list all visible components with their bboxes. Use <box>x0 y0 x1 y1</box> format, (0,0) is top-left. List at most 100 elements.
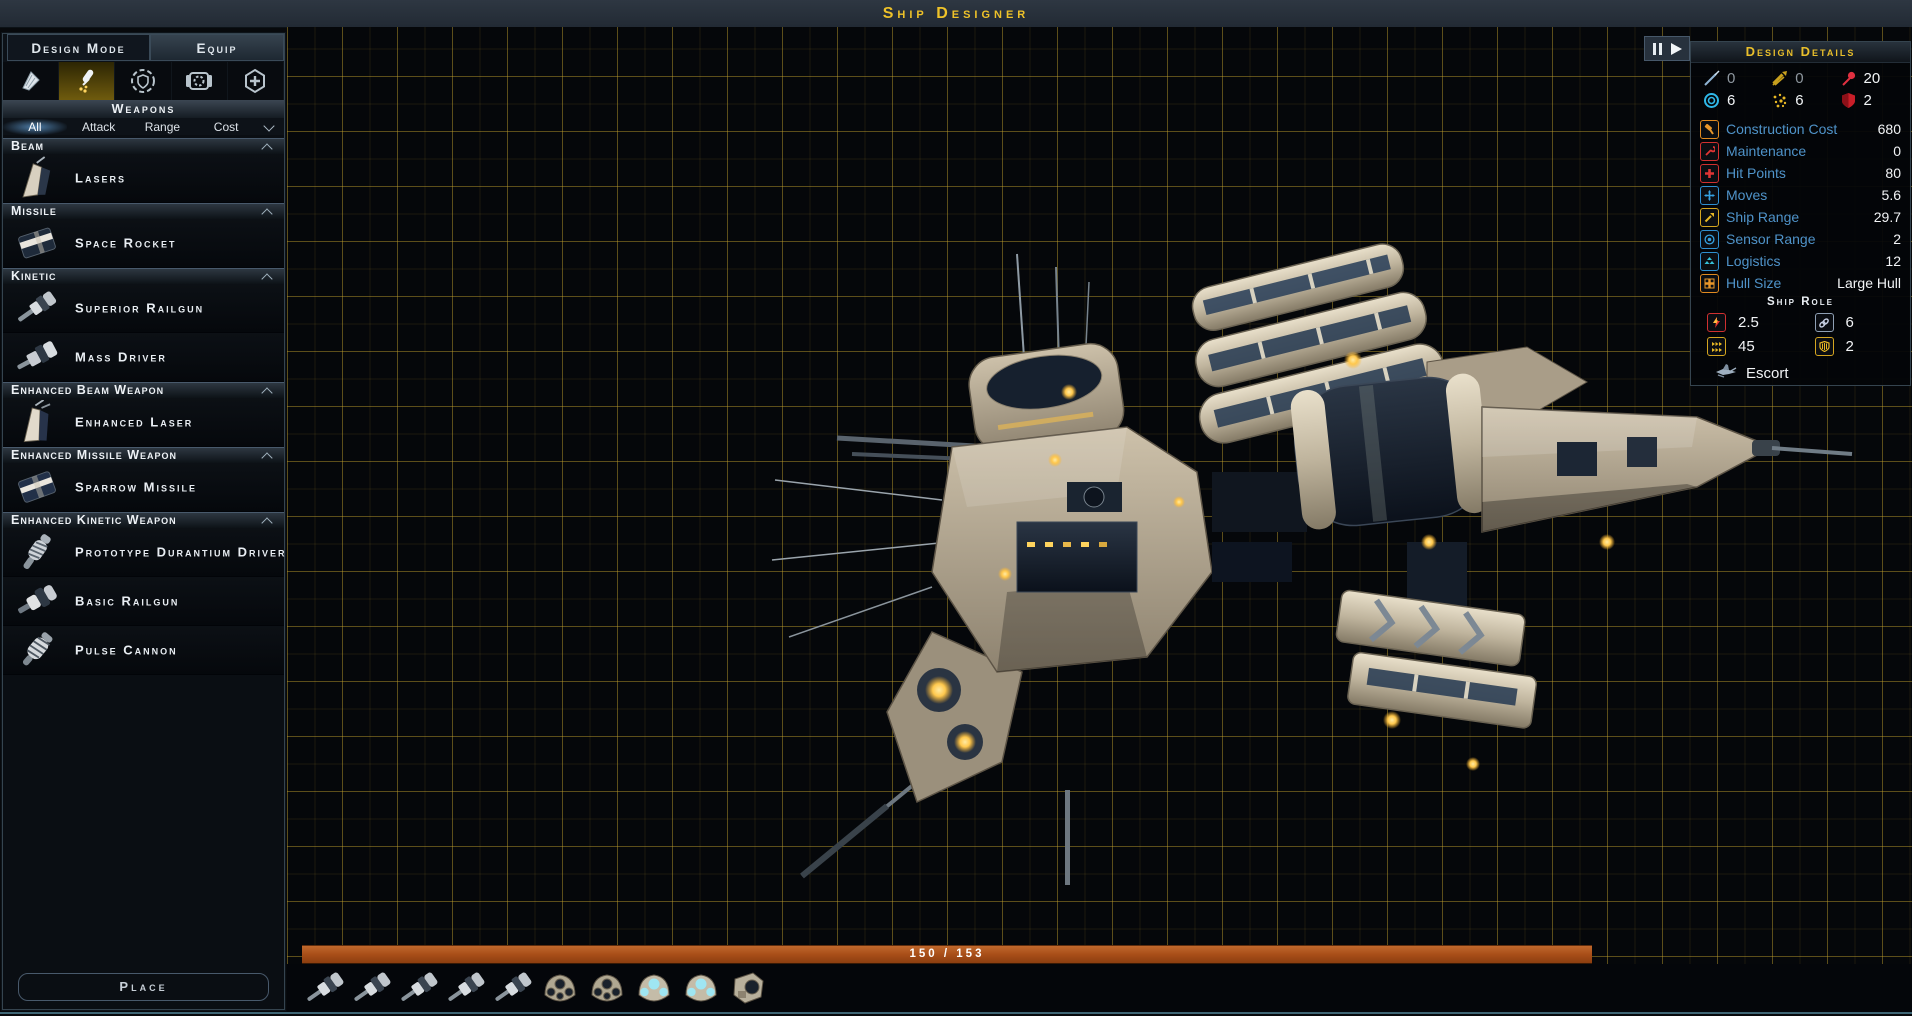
weapon-list: Beam Lasers Missile Space Rocket Kinetic… <box>3 138 285 675</box>
kinetic-attack-icon <box>1771 70 1788 87</box>
shield-defense-icon <box>1703 92 1720 109</box>
ship-designer-app: Ship Designer Design Mode Equip Weapons … <box>0 0 1912 1016</box>
beam-attack-icon <box>1703 70 1720 87</box>
capacity-text: 150 / 153 <box>909 948 985 960</box>
defense-icon[interactable] <box>115 62 172 100</box>
stat-hull-size: Hull Size Large Hull <box>1700 272 1901 294</box>
chevron-down-icon[interactable] <box>258 119 284 135</box>
filter-all[interactable]: All <box>3 118 67 135</box>
weapon-item-prototype-durantium-driver[interactable]: Prototype Durantium Driver <box>3 528 285 577</box>
weapons-icon[interactable] <box>59 62 116 100</box>
group-header-enhanced-missile[interactable]: Enhanced Missile Weapon <box>3 447 284 464</box>
pod-lit-slot-icon[interactable] <box>678 965 724 1011</box>
point-defense-stat: 6 <box>1771 92 1839 109</box>
missile-attack-stat: 20 <box>1840 70 1899 87</box>
weapon-item-lasers[interactable]: Lasers <box>3 154 284 203</box>
railgun-thumbnail-icon <box>11 579 63 623</box>
stat-sensor-range: Sensor Range 2 <box>1700 228 1901 250</box>
tab-equip[interactable]: Equip <box>150 34 284 61</box>
role-shield-icon <box>1814 337 1834 356</box>
filter-cost[interactable]: Cost <box>194 119 258 135</box>
title-bar: Ship Designer <box>0 0 1912 28</box>
chevron-up-icon <box>261 143 273 155</box>
pod-slot-icon[interactable] <box>584 965 630 1011</box>
coil-thumbnail-icon <box>11 628 63 672</box>
sensor-icon <box>1700 229 1719 249</box>
component-category-bar <box>3 62 285 100</box>
railgun-slot-icon[interactable] <box>349 965 395 1011</box>
pause-icon[interactable] <box>1652 42 1662 55</box>
weapon-item-basic-railgun[interactable]: Basic Railgun <box>3 577 284 626</box>
chevron-up-icon <box>261 273 273 285</box>
ship-role-title: Ship Role <box>1767 296 1834 308</box>
railgun-slot-icon[interactable] <box>302 965 348 1011</box>
pod-lit-slot-icon[interactable] <box>631 965 677 1011</box>
role-name: Escort <box>1746 364 1789 382</box>
module-slot-icon[interactable] <box>725 965 771 1011</box>
weapon-item-mass-driver[interactable]: Mass Driver <box>3 333 284 382</box>
support-icon[interactable] <box>228 62 285 100</box>
missile-thumbnail-icon <box>11 465 63 509</box>
hammer-icon <box>1700 119 1719 139</box>
group-header-kinetic[interactable]: Kinetic <box>3 268 284 285</box>
pod-slot-icon[interactable] <box>537 965 583 1011</box>
role-chain-stat: 6 <box>1814 313 1894 332</box>
stat-logistics: Logistics 12 <box>1700 250 1901 272</box>
stat-hit-points: Hit Points 80 <box>1700 162 1901 184</box>
railgun-thumbnail-icon <box>11 335 63 379</box>
group-header-beam[interactable]: Beam <box>3 138 284 155</box>
stat-construction-cost: Construction Cost 680 <box>1700 118 1901 140</box>
point-defense-icon <box>1771 92 1788 109</box>
laser-thumbnail-icon <box>11 399 63 444</box>
weapon-item-enhanced-laser[interactable]: Enhanced Laser <box>3 398 284 447</box>
cross-icon <box>1700 163 1719 183</box>
design-details-title: Design Details <box>1691 42 1910 63</box>
chevron-up-icon <box>261 452 273 464</box>
placed-components-strip <box>287 964 1912 1012</box>
group-header-missile[interactable]: Missile <box>3 203 284 220</box>
railgun-slot-icon[interactable] <box>396 965 442 1011</box>
place-button[interactable]: Place <box>18 973 269 1001</box>
capacity-bar: 150 / 153 <box>302 945 1592 964</box>
weapon-item-superior-railgun[interactable]: Superior Railgun <box>3 284 284 333</box>
tab-design-mode[interactable]: Design Mode <box>7 34 150 61</box>
time-controls <box>1644 36 1690 61</box>
wrench-icon <box>1700 141 1719 161</box>
stat-moves: Moves 5.6 <box>1700 184 1901 206</box>
chevron-up-icon <box>261 387 273 399</box>
filter-bar: All Attack Range Cost <box>3 118 284 135</box>
kinetic-attack-stat: 0 <box>1771 70 1839 87</box>
group-header-enhanced-kinetic[interactable]: Enhanced Kinetic Weapon <box>3 512 284 529</box>
hull-icon <box>1700 273 1719 293</box>
role-defense-stat: 2 <box>1814 337 1894 356</box>
weapon-item-space-rocket[interactable]: Space Rocket <box>3 219 284 268</box>
missile-attack-icon <box>1840 70 1857 87</box>
filter-attack[interactable]: Attack <box>67 119 131 135</box>
stat-ship-range: Ship Range 29.7 <box>1700 206 1901 228</box>
role-speed-stat: 45 <box>1707 337 1815 356</box>
escort-ship-icon <box>1715 363 1737 383</box>
filter-range[interactable]: Range <box>131 119 195 135</box>
beam-attack-stat: 0 <box>1703 70 1771 87</box>
stat-rows: Construction Cost 680 Maintenance 0 Hit … <box>1691 114 1910 294</box>
weapon-item-sparrow-missile[interactable]: Sparrow Missile <box>3 463 284 512</box>
role-attack-stat: 2.5 <box>1707 313 1815 332</box>
chain-icon <box>1814 313 1834 332</box>
design-viewport[interactable] <box>287 27 1912 1012</box>
stat-maintenance: Maintenance 0 <box>1700 140 1901 162</box>
play-icon[interactable] <box>1670 42 1682 55</box>
railgun-slot-icon[interactable] <box>490 965 536 1011</box>
weapon-defense-grid: 0 0 20 6 6 2 <box>1691 63 1910 114</box>
laser-thumbnail-icon <box>11 156 63 200</box>
missile-thumbnail-icon <box>11 221 63 265</box>
railgun-slot-icon[interactable] <box>443 965 489 1011</box>
ship-role-grid: 2.5 6 45 2 <box>1691 311 1910 358</box>
coil-thumbnail-icon <box>11 530 63 574</box>
move-arrows-icon <box>1700 185 1719 205</box>
bottom-divider <box>0 1012 1912 1014</box>
group-header-enhanced-beam[interactable]: Enhanced Beam Weapon <box>3 382 284 399</box>
section-title: Weapons <box>3 100 284 118</box>
engine-icon[interactable] <box>172 62 228 100</box>
armor-icon[interactable] <box>3 62 60 100</box>
weapon-item-pulse-cannon[interactable]: Pulse Cannon <box>3 626 284 675</box>
